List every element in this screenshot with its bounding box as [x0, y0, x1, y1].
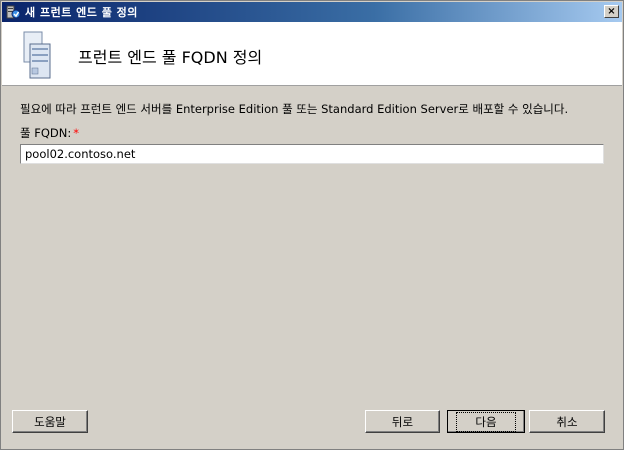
cancel-button[interactable]: 취소	[529, 410, 605, 433]
wizard-header: 프런트 엔드 풀 FQDN 정의	[2, 22, 622, 86]
page-title: 프런트 엔드 풀 FQDN 정의	[78, 48, 263, 67]
next-button[interactable]: 다음	[447, 410, 525, 433]
fqdn-label-text: 풀 FQDN:	[20, 126, 72, 140]
fqdn-input[interactable]	[20, 144, 604, 164]
window-title: 새 프런트 엔드 풀 정의	[25, 6, 138, 19]
wizard-window: 새 프런트 엔드 풀 정의 × 프런트 엔드 풀 FQDN 정의 필요에 따라 …	[0, 0, 624, 450]
help-button[interactable]: 도움말	[12, 410, 88, 433]
fqdn-label: 풀 FQDN: *	[20, 125, 79, 141]
next-button-label: 다음	[456, 411, 516, 432]
description-text: 필요에 따라 프런트 엔드 서버를 Enterprise Edition 풀 또…	[20, 102, 569, 116]
close-button[interactable]: ×	[604, 5, 619, 18]
server-wizard-icon	[5, 4, 21, 20]
server-stack-icon	[18, 30, 54, 80]
back-button[interactable]: 뒤로	[365, 410, 440, 433]
title-bar: 새 프런트 엔드 풀 정의 ×	[2, 2, 622, 22]
required-marker: *	[73, 126, 79, 140]
